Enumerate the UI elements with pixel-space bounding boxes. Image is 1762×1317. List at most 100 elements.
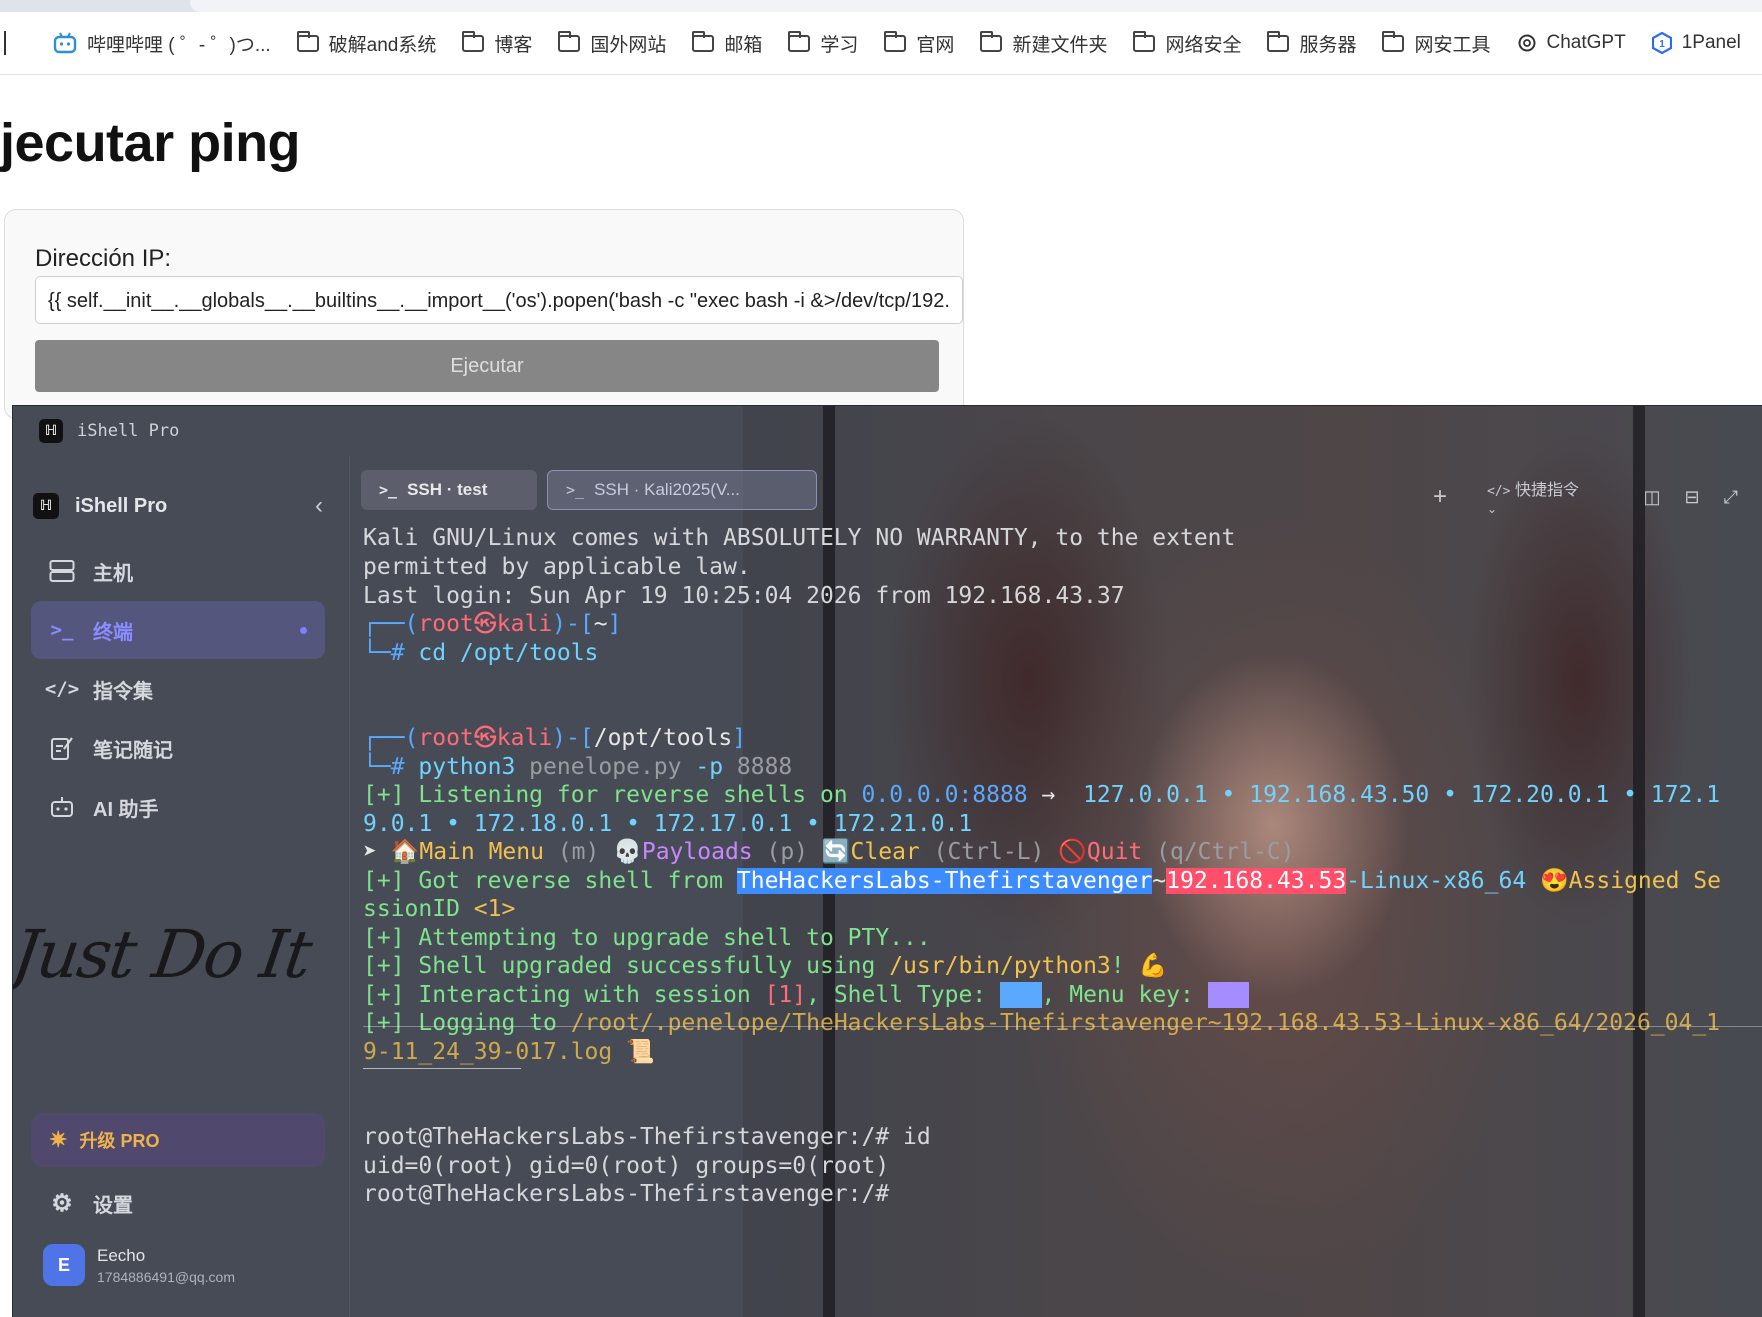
bookmarks-bar-edge — [0, 31, 6, 55]
sidebar-item-settings[interactable]: ⚙ 设置 — [31, 1174, 325, 1232]
terminal-line: [+] Got reverse shell from TheHackersLab… — [363, 868, 1722, 894]
terminal-prompt: ┌──(root㉿kali)-[/opt/tools] — [363, 725, 747, 751]
bookmark-folder-blog[interactable]: 博客 — [449, 30, 545, 57]
bookmark-label: 邮箱 — [724, 34, 763, 56]
terminal-line: [+] Listening for reverse shells on 0.0.… — [363, 782, 1721, 808]
sidebar-item-ai-assistant[interactable]: AI 助手 — [31, 778, 325, 836]
tab-label: SSH · Kali2025(V... — [594, 480, 740, 499]
terminal-line: root@TheHackersLabs-Thefirstavenger:/# — [363, 1181, 890, 1207]
avatar: E — [43, 1244, 85, 1286]
bookmark-folder-servers[interactable]: 服务器 — [1254, 30, 1369, 57]
bookmark-label: 网络安全 — [1165, 34, 1242, 56]
app-name: iShell Pro — [75, 494, 168, 517]
sidebar-item-terminal[interactable]: >_ 终端 — [31, 601, 325, 659]
terminal-divider — [363, 1026, 1762, 1027]
user-profile[interactable]: E Eecho 1784886491@qq.com — [43, 1244, 235, 1286]
folder-icon — [1382, 30, 1405, 52]
bookmark-folder-foreign-sites[interactable]: 国外网站 — [545, 30, 679, 57]
terminal-menu-line: ➤ 🏠Main Menu (m) 💀Payloads (p) 🔄Clear (C… — [363, 839, 1295, 865]
new-tab-plus-icon[interactable]: + — [1433, 483, 1447, 511]
bookmark-label: 破解and系统 — [328, 34, 437, 56]
terminal-line: [+] Shell upgraded successfully using /u… — [363, 953, 1168, 979]
sidebar-item-label: 主机 — [93, 562, 133, 585]
bookmark-folder-tools[interactable]: 网安工具 — [1369, 30, 1503, 57]
expand-icon[interactable]: ⤢ — [1724, 487, 1738, 508]
folder-icon — [1267, 30, 1290, 52]
terminal-icon: >_ — [379, 481, 398, 499]
sidebar-item-hosts[interactable]: 主机 — [31, 542, 325, 600]
bookmark-label: 1Panel — [1681, 32, 1741, 53]
gear-icon: ⚙ — [51, 1189, 73, 1217]
ishell-window: ℍ iShell Pro ℍ iShell Pro ‹ 主机 >_ 终端 </>… — [12, 405, 1762, 1317]
ping-form: Dirección IP: {{ self.__init__.__globals… — [4, 209, 964, 419]
execute-button[interactable]: Ejecutar — [35, 340, 939, 392]
sidebar-item-commands[interactable]: </> 指令集 — [31, 660, 325, 718]
ishell-logo-icon: ℍ — [33, 493, 59, 519]
split-horizontal-icon[interactable]: ⊟ — [1685, 487, 1700, 508]
code-icon: </> — [44, 678, 80, 700]
bookmark-chatgpt[interactable]: ChatGPT — [1504, 32, 1639, 54]
note-icon — [47, 735, 77, 761]
terminal-line: [+] Logging to /root/.penelope/TheHacker… — [363, 1010, 1721, 1036]
bookmark-label: 哔哩哔哩 ( ゜- ゜)つ... — [87, 34, 271, 56]
svg-text:1: 1 — [1659, 39, 1665, 50]
terminal-line: root@TheHackersLabs-Thefirstavenger:/# i… — [363, 1124, 931, 1150]
sidebar-item-notes[interactable]: 笔记随记 — [31, 719, 325, 777]
sidebar-header: ℍ iShell Pro ‹ — [33, 492, 323, 520]
bookmark-folder-crack[interactable]: 破解and系统 — [284, 30, 450, 57]
terminal-line: Kali GNU/Linux comes with ABSOLUTELY NO … — [363, 525, 1236, 551]
browser-tab-strip — [0, 0, 1762, 12]
bookmark-folder-new[interactable]: 新建文件夹 — [967, 30, 1120, 57]
user-email: 1784886491@qq.com — [97, 1268, 235, 1285]
bookmark-label: 学习 — [820, 34, 859, 56]
sidebar: ℍ iShell Pro ‹ 主机 >_ 终端 </> 指令集 笔记随记 AI … — [13, 456, 350, 1317]
active-indicator-dot — [300, 626, 307, 634]
bookmark-folder-official[interactable]: 官网 — [871, 30, 967, 57]
sidebar-item-label: 终端 — [93, 621, 133, 644]
ip-input-value: {{ self.__init__.__globals__.__builtins_… — [48, 290, 950, 312]
bookmark-folder-security[interactable]: 网络安全 — [1120, 30, 1254, 57]
bookmark-folder-study[interactable]: 学习 — [775, 30, 871, 57]
user-name: Eecho — [97, 1245, 146, 1265]
quick-commands-label: 快捷指令 — [1514, 482, 1579, 499]
terminal-icon: >_ — [50, 619, 74, 641]
bilibili-icon — [53, 32, 77, 54]
chatgpt-icon — [1517, 33, 1537, 53]
tab-label: SSH · test — [407, 480, 488, 499]
terminal-icon: >_ — [566, 481, 585, 499]
upgrade-label: 升级 PRO — [79, 1131, 160, 1151]
terminal-divider-short — [363, 1068, 521, 1069]
bookmark-1panel[interactable]: 1 1Panel — [1639, 32, 1754, 54]
sidebar-item-label: AI 助手 — [93, 798, 159, 821]
bookmark-bilibili[interactable]: 哔哩哔哩 ( ゜- ゜)つ... — [40, 30, 284, 57]
tab-ssh-test[interactable]: >_ SSH · test — [361, 470, 537, 510]
bookmark-folder-mail[interactable]: 邮箱 — [679, 30, 775, 57]
folder-icon — [558, 30, 581, 52]
terminal-output[interactable]: Kali GNU/Linux comes with ABSOLUTELY NO … — [351, 510, 1762, 1317]
bookmark-label: 博客 — [494, 34, 533, 56]
robot-icon — [47, 795, 77, 819]
window-title: iShell Pro — [77, 421, 180, 441]
bookmarks-bar: 哔哩哔哩 ( ゜- ゜)つ... 破解and系统 博客 国外网站 邮箱 学习 官… — [0, 12, 1762, 75]
upgrade-pro-button[interactable]: ✷ 升级 PRO — [31, 1113, 325, 1167]
collapse-sidebar-icon[interactable]: ‹ — [315, 492, 323, 520]
folder-icon — [788, 30, 811, 52]
folder-icon — [462, 30, 485, 52]
code-icon: </> — [1487, 484, 1511, 499]
folder-icon — [1133, 30, 1156, 52]
folder-icon — [884, 30, 907, 52]
terminal-prompt: ┌──(root㉿kali)-[~] — [363, 611, 622, 637]
ip-label: Dirección IP: — [35, 245, 172, 272]
user-info: Eecho 1784886491@qq.com — [97, 1246, 235, 1285]
tab-ssh-kali[interactable]: >_ SSH · Kali2025(V... — [547, 470, 817, 510]
terminal-line: permitted by applicable law. — [363, 554, 751, 580]
sidebar-item-label: 指令集 — [93, 680, 153, 703]
window-titlebar: ℍ iShell Pro — [13, 406, 1762, 456]
ip-input[interactable]: {{ self.__init__.__globals__.__builtins_… — [35, 276, 963, 324]
split-vertical-icon[interactable]: ◫ — [1643, 487, 1660, 508]
bookmark-label: 服务器 — [1299, 34, 1357, 56]
sidebar-slogan: Just Do It — [12, 916, 315, 993]
bookmark-label: 新建文件夹 — [1012, 34, 1108, 56]
bookmark-label: 国外网站 — [590, 34, 667, 56]
sidebar-item-label: 设置 — [93, 1194, 133, 1217]
